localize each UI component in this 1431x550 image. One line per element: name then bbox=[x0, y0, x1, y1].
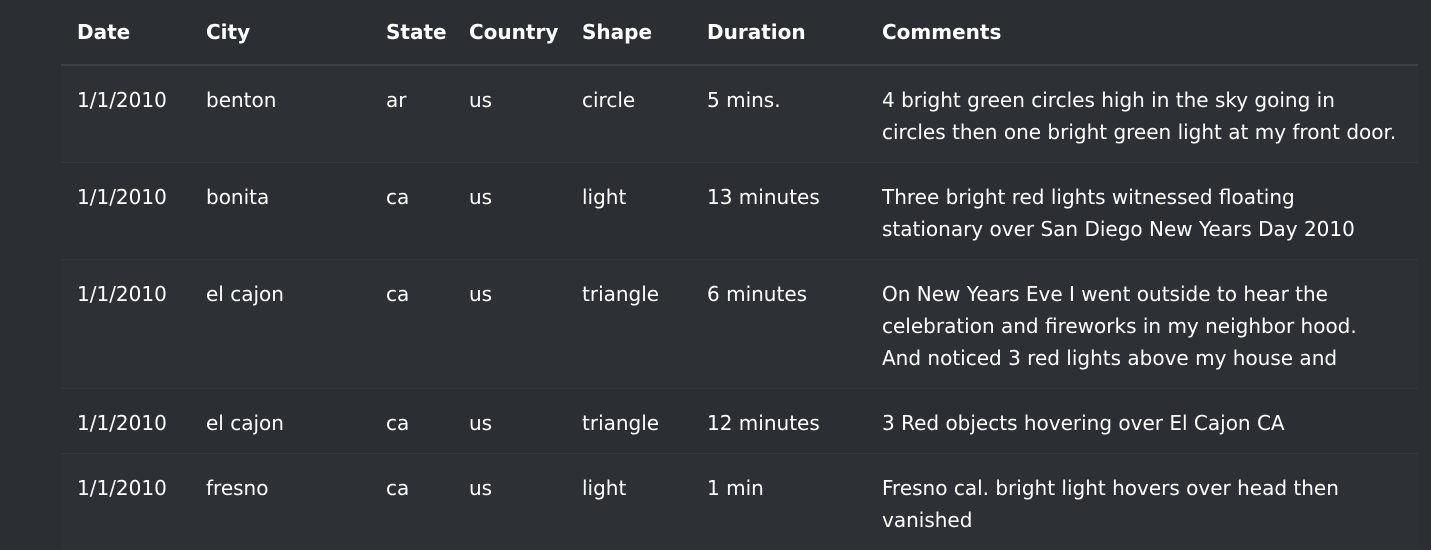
cell-comments: 4 bright green circles high in the sky g… bbox=[866, 65, 1418, 163]
table-header-row: Date City State Country Shape Duration C… bbox=[61, 0, 1418, 65]
cell-city: fresno bbox=[190, 454, 370, 550]
cell-duration: 1 min bbox=[691, 454, 866, 550]
cell-duration: 6 minutes bbox=[691, 260, 866, 389]
column-header-comments: Comments bbox=[866, 0, 1418, 65]
table-row: 1/1/2010 el cajon ca us triangle 6 minut… bbox=[61, 260, 1418, 389]
table-row: 1/1/2010 bonita ca us light 13 minutes T… bbox=[61, 163, 1418, 260]
column-header-duration: Duration bbox=[691, 0, 866, 65]
cell-shape: circle bbox=[566, 65, 691, 163]
table-row: 1/1/2010 benton ar us circle 5 mins. 4 b… bbox=[61, 65, 1418, 163]
cell-state: ca bbox=[370, 389, 453, 454]
cell-city: el cajon bbox=[190, 389, 370, 454]
cell-shape: triangle bbox=[566, 389, 691, 454]
cell-state: ca bbox=[370, 163, 453, 260]
cell-duration: 5 mins. bbox=[691, 65, 866, 163]
cell-comments: 3 Red objects hovering over El Cajon CA bbox=[866, 389, 1418, 454]
table-body: 1/1/2010 benton ar us circle 5 mins. 4 b… bbox=[61, 65, 1418, 550]
column-header-city: City bbox=[190, 0, 370, 65]
cell-date: 1/1/2010 bbox=[61, 389, 190, 454]
table-header: Date City State Country Shape Duration C… bbox=[61, 0, 1418, 65]
cell-comments: Fresno cal. bright light hovers over hea… bbox=[866, 454, 1418, 550]
cell-duration: 12 minutes bbox=[691, 389, 866, 454]
cell-state: ca bbox=[370, 260, 453, 389]
cell-country: us bbox=[453, 389, 566, 454]
column-header-state: State bbox=[370, 0, 453, 65]
cell-country: us bbox=[453, 65, 566, 163]
cell-country: us bbox=[453, 454, 566, 550]
ufo-sightings-table-container: Date City State Country Shape Duration C… bbox=[61, 0, 1418, 550]
cell-country: us bbox=[453, 260, 566, 389]
cell-state: ar bbox=[370, 65, 453, 163]
column-header-date: Date bbox=[61, 0, 190, 65]
ufo-sightings-table: Date City State Country Shape Duration C… bbox=[61, 0, 1418, 550]
table-row: 1/1/2010 el cajon ca us triangle 12 minu… bbox=[61, 389, 1418, 454]
cell-date: 1/1/2010 bbox=[61, 163, 190, 260]
cell-shape: light bbox=[566, 454, 691, 550]
cell-comments: Three bright red lights witnessed floati… bbox=[866, 163, 1418, 260]
cell-city: bonita bbox=[190, 163, 370, 260]
cell-date: 1/1/2010 bbox=[61, 454, 190, 550]
cell-city: benton bbox=[190, 65, 370, 163]
cell-shape: triangle bbox=[566, 260, 691, 389]
cell-date: 1/1/2010 bbox=[61, 260, 190, 389]
cell-city: el cajon bbox=[190, 260, 370, 389]
cell-duration: 13 minutes bbox=[691, 163, 866, 260]
column-header-country: Country bbox=[453, 0, 566, 65]
cell-date: 1/1/2010 bbox=[61, 65, 190, 163]
cell-country: us bbox=[453, 163, 566, 260]
cell-state: ca bbox=[370, 454, 453, 550]
column-header-shape: Shape bbox=[566, 0, 691, 65]
cell-comments: On New Years Eve I went outside to hear … bbox=[866, 260, 1418, 389]
table-row: 1/1/2010 fresno ca us light 1 min Fresno… bbox=[61, 454, 1418, 550]
cell-shape: light bbox=[566, 163, 691, 260]
